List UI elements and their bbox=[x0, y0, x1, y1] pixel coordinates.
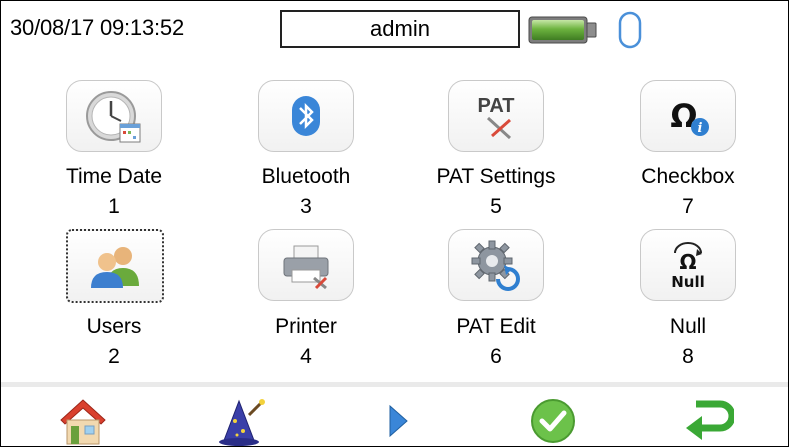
settings-screen: 30/08/17 09:13:52 admin Time Date 1 Blue… bbox=[0, 0, 789, 447]
pat-settings-number: 5 bbox=[490, 195, 502, 218]
pat-settings-label: PAT Settings bbox=[436, 165, 556, 188]
back-button[interactable] bbox=[678, 395, 738, 446]
svg-text:i: i bbox=[698, 121, 703, 136]
confirm-button[interactable] bbox=[523, 395, 583, 446]
bluetooth-label: Bluetooth bbox=[261, 165, 351, 188]
null-omega-text: Ω bbox=[679, 250, 696, 274]
next-button[interactable] bbox=[368, 395, 428, 446]
users-label: Users bbox=[86, 315, 142, 338]
users-button[interactable] bbox=[66, 229, 164, 303]
pat-edit-label: PAT Edit bbox=[456, 315, 536, 338]
users-icon bbox=[91, 247, 139, 288]
pat-settings-button[interactable]: PAT bbox=[448, 80, 544, 152]
return-icon bbox=[686, 400, 734, 440]
clock-calendar-icon bbox=[86, 91, 141, 143]
checkbox-number: 7 bbox=[682, 195, 694, 218]
wizard-icon bbox=[219, 399, 265, 446]
usb-icon bbox=[618, 11, 642, 49]
wizard-button[interactable] bbox=[213, 395, 273, 446]
current-user-field[interactable]: admin bbox=[280, 10, 520, 48]
datetime-display: 30/08/17 09:13:52 bbox=[10, 15, 184, 40]
bluetooth-icon bbox=[292, 96, 320, 136]
null-label: Null bbox=[669, 315, 707, 338]
null-button[interactable]: Ω Null bbox=[640, 229, 736, 301]
time-date-number: 1 bbox=[108, 195, 120, 218]
current-user-label: admin bbox=[370, 16, 430, 41]
users-number: 2 bbox=[108, 345, 120, 368]
ohm-info-icon: Ω i bbox=[670, 97, 709, 136]
printer-number: 4 bbox=[300, 345, 312, 368]
bluetooth-number: 3 bbox=[300, 195, 312, 218]
printer-icon bbox=[283, 245, 329, 290]
pat-edit-number: 6 bbox=[490, 345, 502, 368]
null-number: 8 bbox=[682, 345, 694, 368]
pat-edit-button[interactable] bbox=[448, 229, 544, 301]
checkbox-label: Checkbox bbox=[641, 165, 735, 188]
null-text: Null bbox=[671, 273, 705, 291]
pat-text: PAT bbox=[477, 95, 514, 117]
gear-refresh-icon bbox=[471, 240, 520, 291]
checkbox-button[interactable]: Ω i bbox=[640, 80, 736, 152]
play-icon bbox=[389, 404, 408, 438]
printer-button[interactable] bbox=[258, 229, 354, 301]
status-bar: 30/08/17 09:13:52 admin bbox=[1, 1, 788, 63]
home-icon bbox=[60, 399, 106, 445]
time-date-button[interactable] bbox=[66, 80, 162, 152]
pat-settings-icon: PAT bbox=[477, 95, 515, 140]
null-icon: Ω Null bbox=[671, 242, 705, 291]
battery-icon bbox=[528, 16, 597, 44]
home-button[interactable] bbox=[53, 395, 113, 446]
printer-label: Printer bbox=[275, 315, 337, 338]
time-date-label: Time Date bbox=[65, 165, 163, 188]
bottom-nav-bar bbox=[1, 382, 788, 446]
bluetooth-button[interactable] bbox=[258, 80, 354, 152]
check-icon bbox=[531, 399, 575, 443]
